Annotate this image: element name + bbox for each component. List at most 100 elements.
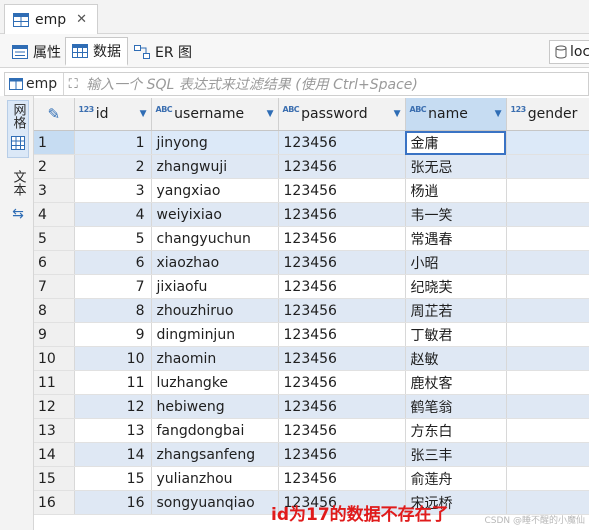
cell-id[interactable]: 1 <box>74 130 152 155</box>
row-number[interactable]: 11 <box>34 370 75 395</box>
cell-username[interactable]: dingminjun <box>151 322 279 347</box>
row-number[interactable]: 6 <box>34 250 75 275</box>
cell-gender[interactable] <box>506 130 589 155</box>
row-number[interactable]: 10 <box>34 346 75 371</box>
cell-username[interactable]: yangxiao <box>151 178 279 203</box>
cell-name[interactable]: 张三丰 <box>405 442 507 467</box>
cell-name[interactable]: 张无忌 <box>405 154 507 179</box>
table-row[interactable]: 7 7 jixiaofu 123456 纪晓芙 <box>34 274 589 299</box>
cell-id[interactable]: 13 <box>74 418 152 443</box>
cell-name[interactable]: 常遇春 <box>405 226 507 251</box>
cell-password[interactable]: 123456 <box>278 322 406 347</box>
row-number[interactable]: 13 <box>34 418 75 443</box>
cell-id[interactable]: 2 <box>74 154 152 179</box>
cell-id[interactable]: 11 <box>74 370 152 395</box>
row-number[interactable]: 8 <box>34 298 75 323</box>
cell-password[interactable]: 123456 <box>278 226 406 251</box>
row-number[interactable]: 16 <box>34 490 75 515</box>
table-row[interactable]: 15 15 yulianzhou 123456 俞莲舟 <box>34 466 589 491</box>
cell-password[interactable]: 123456 <box>278 154 406 179</box>
cell-password[interactable]: 123456 <box>278 346 406 371</box>
cell-gender[interactable] <box>506 370 589 395</box>
table-row[interactable]: 4 4 weiyixiao 123456 韦一笑 <box>34 202 589 227</box>
cell-name[interactable]: 鹤笔翁 <box>405 394 507 419</box>
cell-gender[interactable] <box>506 466 589 491</box>
row-number[interactable]: 4 <box>34 202 75 227</box>
table-row[interactable]: 5 5 changyuchun 123456 常遇春 <box>34 226 589 251</box>
sort-arrow-icon[interactable]: ▼ <box>267 109 274 119</box>
cell-password[interactable]: 123456 <box>278 418 406 443</box>
cell-id[interactable]: 16 <box>74 490 152 515</box>
column-header-password[interactable]: ABC password ▼ <box>278 98 406 131</box>
cell-id[interactable]: 7 <box>74 274 152 299</box>
filter-input[interactable]: 输入一个 SQL 表达式来过滤结果 (使用 Ctrl+Space) <box>86 74 418 94</box>
cell-gender[interactable] <box>506 346 589 371</box>
filter-entity[interactable]: emp <box>5 73 65 95</box>
row-number-header[interactable]: ✎ <box>34 98 75 131</box>
cell-name[interactable]: 赵敏 <box>405 346 507 371</box>
cell-username[interactable]: yulianzhou <box>151 466 279 491</box>
tab-properties[interactable]: 属性 <box>6 37 67 66</box>
cell-password[interactable]: 123456 <box>278 298 406 323</box>
editor-tab-emp[interactable]: emp ✕ <box>4 4 98 34</box>
cell-password[interactable]: 123456 <box>278 274 406 299</box>
connection-selector[interactable]: loc <box>549 40 589 64</box>
table-row[interactable]: 6 6 xiaozhao 123456 小昭 <box>34 250 589 275</box>
row-number[interactable]: 1 <box>34 130 75 155</box>
sort-arrow-icon[interactable]: ▼ <box>495 109 502 119</box>
cell-gender[interactable] <box>506 202 589 227</box>
text-view-button[interactable]: 文本 <box>7 170 29 201</box>
cell-username[interactable]: fangdongbai <box>151 418 279 443</box>
cell-id[interactable]: 9 <box>74 322 152 347</box>
cell-username[interactable]: zhangwuji <box>151 154 279 179</box>
table-row[interactable]: 14 14 zhangsanfeng 123456 张三丰 <box>34 442 589 467</box>
table-row[interactable]: 2 2 zhangwuji 123456 张无忌 <box>34 154 589 179</box>
row-number[interactable]: 14 <box>34 442 75 467</box>
cell-name[interactable]: 小昭 <box>405 250 507 275</box>
column-header-username[interactable]: ABC username ▼ <box>151 98 279 131</box>
table-row[interactable]: 12 12 hebiweng 123456 鹤笔翁 <box>34 394 589 419</box>
cell-username[interactable]: luzhangke <box>151 370 279 395</box>
cell-username[interactable]: songyuanqiao <box>151 490 279 515</box>
cell-id[interactable]: 8 <box>74 298 152 323</box>
cell-password[interactable]: 123456 <box>278 394 406 419</box>
cell-name[interactable]: 纪晓芙 <box>405 274 507 299</box>
table-row[interactable]: 11 11 luzhangke 123456 鹿杖客 <box>34 370 589 395</box>
cell-username[interactable]: zhouzhiruo <box>151 298 279 323</box>
row-number[interactable]: 9 <box>34 322 75 347</box>
table-row[interactable]: 3 3 yangxiao 123456 杨逍 <box>34 178 589 203</box>
cell-id[interactable]: 5 <box>74 226 152 251</box>
cell-gender[interactable] <box>506 154 589 179</box>
cell-username[interactable]: hebiweng <box>151 394 279 419</box>
row-number[interactable]: 3 <box>34 178 75 203</box>
table-row[interactable]: 13 13 fangdongbai 123456 方东白 <box>34 418 589 443</box>
cell-gender[interactable] <box>506 178 589 203</box>
cell-id[interactable]: 6 <box>74 250 152 275</box>
cell-username[interactable]: weiyixiao <box>151 202 279 227</box>
cell-password[interactable]: 123456 <box>278 202 406 227</box>
cell-username[interactable]: changyuchun <box>151 226 279 251</box>
cell-id[interactable]: 4 <box>74 202 152 227</box>
cell-gender[interactable] <box>506 226 589 251</box>
cell-gender[interactable] <box>506 298 589 323</box>
sort-arrow-icon[interactable]: ▼ <box>140 109 147 119</box>
tab-er-diagram[interactable]: ER 图 <box>128 37 198 66</box>
cell-gender[interactable] <box>506 394 589 419</box>
cell-gender[interactable] <box>506 274 589 299</box>
table-row[interactable]: 8 8 zhouzhiruo 123456 周芷若 <box>34 298 589 323</box>
column-header-gender[interactable]: 123 gender <box>506 98 589 131</box>
column-header-name[interactable]: ABC name ▼ <box>405 98 507 131</box>
tab-data[interactable]: 数据 <box>65 37 128 66</box>
cell-name[interactable]: 鹿杖客 <box>405 370 507 395</box>
cell-username[interactable]: jixiaofu <box>151 274 279 299</box>
cell-password[interactable]: 123456 <box>278 370 406 395</box>
column-header-id[interactable]: 123 id ▼ <box>74 98 152 131</box>
table-row[interactable]: 1 1 jinyong 123456 金庸 <box>34 130 589 155</box>
close-icon[interactable]: ✕ <box>76 12 87 27</box>
cell-gender[interactable] <box>506 322 589 347</box>
cell-name[interactable]: 韦一笑 <box>405 202 507 227</box>
cell-name[interactable]: 方东白 <box>405 418 507 443</box>
cell-password[interactable]: 123456 <box>278 130 406 155</box>
cell-id[interactable]: 3 <box>74 178 152 203</box>
row-number[interactable]: 2 <box>34 154 75 179</box>
